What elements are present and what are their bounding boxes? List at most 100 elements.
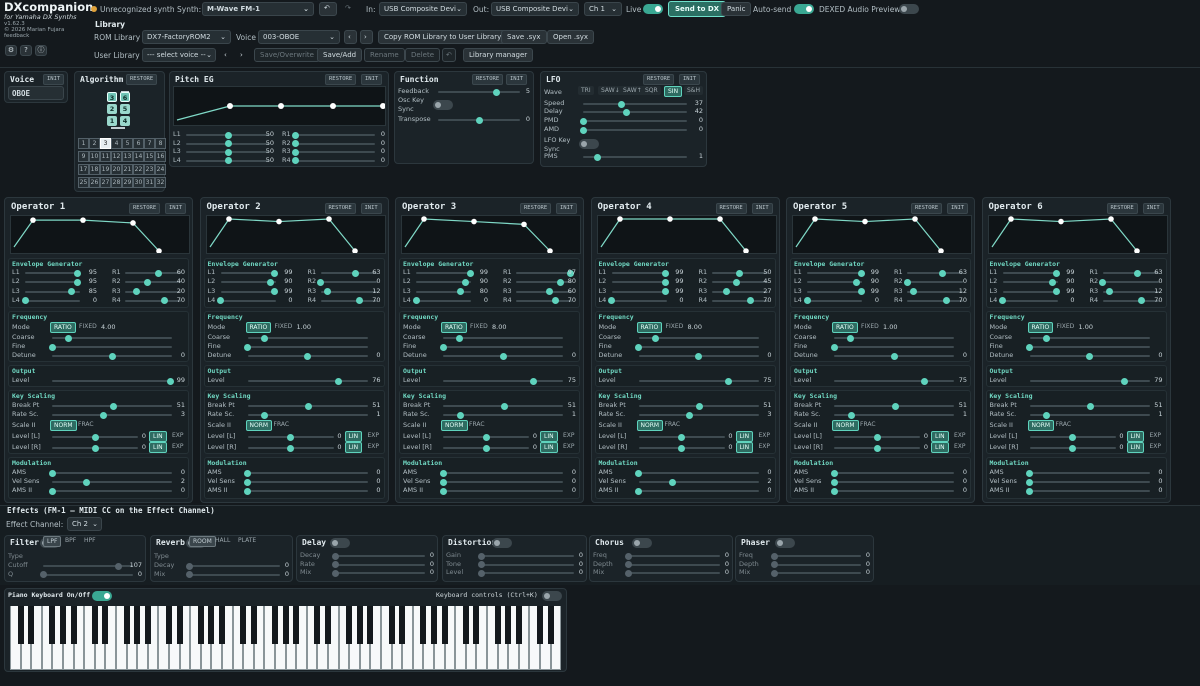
chorus-mix-slider[interactable] [624, 569, 720, 577]
piano-black-key[interactable] [123, 606, 130, 644]
phaser-depth-value: 0 [865, 559, 870, 568]
slider-handle[interactable] [477, 561, 485, 568]
slider-handle[interactable] [624, 569, 632, 577]
slider-handle[interactable] [770, 561, 778, 568]
filter-type-hpf-button[interactable]: HPF [81, 536, 99, 545]
piano-black-key[interactable] [441, 606, 448, 644]
piano-black-key[interactable] [515, 606, 522, 644]
delay-toggle[interactable] [330, 538, 350, 548]
piano-black-key[interactable] [537, 606, 543, 644]
piano-black-key[interactable] [473, 606, 480, 644]
piano-black-key[interactable] [420, 606, 427, 644]
piano-black-key[interactable] [197, 606, 204, 644]
chorus-depth-value: 0 [724, 559, 729, 568]
keyboard-controls-label: Keyboard controls (Ctrl+K) [436, 591, 538, 599]
distortion-gain-label: Gain [446, 551, 461, 559]
piano-black-key[interactable] [70, 606, 77, 644]
piano-black-key[interactable] [240, 606, 247, 644]
piano-black-key[interactable] [399, 606, 406, 644]
piano-black-key[interactable] [314, 606, 321, 644]
piano-black-key[interactable] [462, 606, 469, 644]
chorus-freq-slider[interactable] [624, 552, 720, 560]
slider-handle[interactable] [477, 552, 485, 560]
piano-black-key[interactable] [49, 606, 56, 644]
reverb-decay-slider[interactable] [185, 562, 280, 570]
distortion-level-slider[interactable] [477, 569, 574, 577]
distortion-tone-slider[interactable] [477, 561, 574, 568]
piano-black-key[interactable] [367, 606, 374, 644]
reverb-type-plate-button[interactable]: PLATE [235, 536, 259, 545]
piano-black-key[interactable] [356, 606, 363, 644]
piano-black-key[interactable] [28, 606, 35, 644]
slider-handle[interactable] [624, 561, 632, 568]
delay-rate-slider[interactable] [331, 561, 425, 568]
filter-q-slider[interactable] [39, 571, 133, 578]
reverb-mix-value: 0 [284, 569, 289, 578]
slider-handle[interactable] [624, 552, 632, 560]
piano-black-key[interactable] [325, 606, 331, 644]
distortion-gain-slider[interactable] [477, 552, 574, 560]
phaser-module: Phaser Freq 0 Depth 0 Mix 0 [735, 535, 874, 582]
filter-cutoff-label: Cutoff [8, 561, 28, 569]
piano-black-key[interactable] [346, 606, 353, 644]
reverb-mix-slider[interactable] [185, 571, 280, 578]
piano-black-key[interactable] [60, 606, 66, 644]
piano-black-key[interactable] [282, 606, 289, 644]
delay-decay-slider[interactable] [331, 552, 425, 560]
filter-type-lpf-button[interactable]: LPF [43, 536, 62, 547]
phaser-mix-slider[interactable] [770, 569, 861, 577]
distortion-toggle[interactable] [492, 538, 512, 548]
delay-mix-value: 0 [429, 568, 434, 576]
keyboard-toggle[interactable] [92, 591, 112, 601]
distortion-title: Distortion [448, 538, 497, 547]
slider-handle[interactable] [331, 552, 339, 560]
piano-black-key[interactable] [388, 606, 395, 644]
reverb-type-label: Type [154, 552, 169, 560]
filter-module: Filter Type LPF BPF HPF Cutoff 107 Q 0 [4, 535, 146, 582]
slider-handle[interactable] [115, 562, 123, 570]
piano-black-key[interactable] [293, 606, 300, 644]
piano-black-key[interactable] [102, 606, 109, 644]
slider-handle[interactable] [39, 571, 47, 578]
filter-type-bpf-button[interactable]: BPF [62, 536, 79, 545]
piano-black-key[interactable] [91, 606, 98, 644]
reverb-type-hall-button[interactable]: HALL [212, 536, 233, 545]
chorus-depth-label: Depth [593, 559, 613, 568]
chorus-module: Chorus Freq 0 Depth 0 Mix 0 [589, 535, 733, 582]
keyboard-controls-toggle[interactable] [542, 591, 562, 601]
slider-handle[interactable] [331, 569, 339, 577]
slider-handle[interactable] [770, 552, 778, 560]
delay-rate-label: Rate [300, 559, 315, 568]
piano-black-key[interactable] [272, 606, 278, 644]
filter-cutoff-slider[interactable] [43, 562, 133, 570]
piano-black-key[interactable] [208, 606, 215, 644]
piano-black-key[interactable] [176, 606, 183, 644]
chorus-depth-slider[interactable] [624, 561, 720, 568]
distortion-tone-label: Tone [446, 559, 461, 568]
phaser-mix-value: 0 [865, 568, 870, 576]
piano-black-key[interactable] [505, 606, 512, 644]
phaser-freq-slider[interactable] [770, 552, 861, 560]
piano-black-key[interactable] [166, 606, 172, 644]
piano-keyboard[interactable] [10, 606, 562, 670]
phaser-toggle[interactable] [775, 538, 795, 548]
piano-black-key[interactable] [219, 606, 225, 644]
delay-mix-slider[interactable] [331, 569, 425, 577]
slider-handle[interactable] [185, 571, 193, 578]
piano-black-key[interactable] [250, 606, 257, 644]
piano-black-key[interactable] [134, 606, 141, 644]
slider-handle[interactable] [477, 569, 485, 577]
piano-black-key[interactable] [431, 606, 437, 644]
phaser-depth-slider[interactable] [770, 561, 861, 568]
filter-type-label: Type [8, 552, 23, 560]
slider-handle[interactable] [770, 569, 778, 577]
slider-handle[interactable] [185, 562, 193, 570]
phaser-depth-label: Depth [739, 559, 759, 568]
phaser-freq-value: 0 [865, 551, 870, 559]
piano-black-key[interactable] [494, 606, 501, 644]
piano-black-key[interactable] [144, 606, 151, 644]
piano-black-key[interactable] [547, 606, 554, 644]
slider-handle[interactable] [331, 561, 339, 568]
chorus-toggle[interactable] [632, 538, 652, 548]
piano-black-key[interactable] [17, 606, 24, 644]
